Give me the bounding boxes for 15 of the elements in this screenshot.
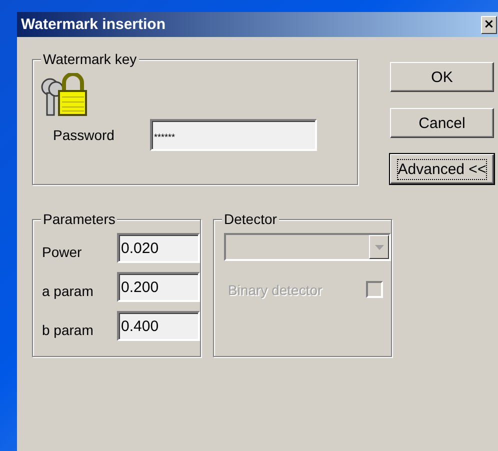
field-label: b param (42, 322, 94, 340)
parameter-field[interactable]: 0.020 (117, 233, 200, 263)
password-field[interactable]: ****** (150, 119, 317, 151)
window-title: Watermark insertion (21, 16, 166, 33)
parameter-field[interactable]: 0.400 (117, 311, 200, 341)
dialog-button[interactable]: Advanced << (390, 154, 494, 184)
lock-keys-icon (40, 73, 88, 117)
parameter-field[interactable]: 0.200 (117, 272, 200, 302)
dialog-button[interactable]: Cancel (390, 108, 494, 138)
close-button[interactable]: × (481, 16, 497, 34)
field-label: Power (42, 244, 83, 262)
dropdown-arrow-icon (374, 244, 384, 250)
dialog-button[interactable]: OK (390, 62, 494, 92)
password-label: Password (53, 127, 116, 143)
field-label: a param (42, 283, 94, 301)
